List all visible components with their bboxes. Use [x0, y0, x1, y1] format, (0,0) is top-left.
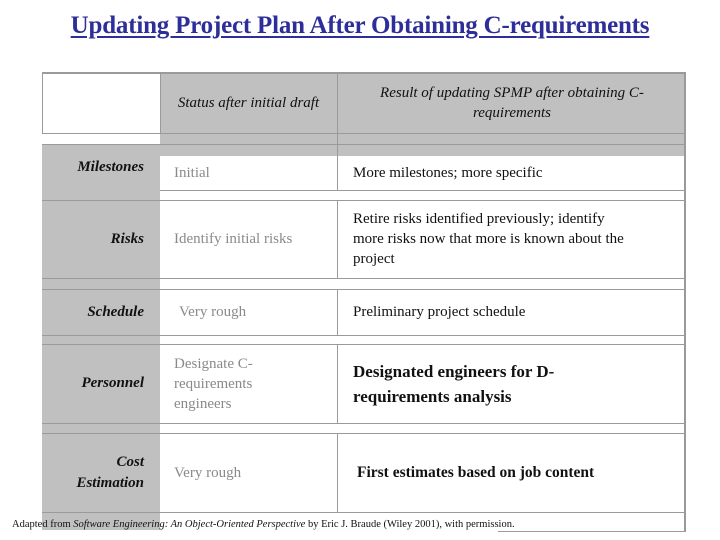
row-milestones-status: Initial: [174, 165, 210, 181]
row-risks-result: Retire risks identified previously; iden…: [353, 211, 624, 267]
row-risks-status: Identify initial risks: [174, 231, 293, 247]
header-status-label: Status after initial draft: [177, 95, 320, 111]
header-result-label: Result of updating SPMP after obtaining …: [380, 85, 644, 121]
grid-line: [42, 512, 684, 513]
grid-line: [337, 72, 338, 190]
grid-line: [337, 200, 338, 278]
row-schedule-status: Very rough: [179, 304, 247, 320]
row-label-schedule: Schedule: [87, 303, 144, 320]
row-personnel-result: Designated engineers for D-requirements …: [353, 361, 555, 406]
row-personnel-status: Designate C-requirements engineers: [174, 355, 253, 412]
row-label-personnel: Personnel: [81, 375, 144, 391]
header-corner-cell: [42, 73, 160, 133]
grid-line: [42, 200, 684, 201]
footer-book-title: Software Engineering: An Object-Oriented…: [73, 519, 306, 530]
grid-line: [337, 289, 338, 335]
row-cost-status: Very rough: [174, 464, 242, 481]
grid-line: [42, 72, 43, 134]
grid-line: [337, 433, 338, 512]
table-top-border: [42, 72, 685, 74]
attribution-footer: Adapted from Software Engineering: An Ob…: [12, 519, 515, 530]
grid-line: [42, 278, 684, 279]
footer-prefix: Adapted from: [12, 519, 74, 530]
grid-line: [42, 344, 684, 345]
footer-suffix: by Eric J. Braude (Wiley 2001), with per…: [305, 519, 515, 530]
grid-line: [337, 344, 338, 423]
grid-line: [42, 133, 684, 134]
table-right-border: [684, 72, 686, 532]
grid-line: [42, 423, 684, 424]
grid-line: [42, 335, 684, 336]
row-cost-result: First estimates based on job content: [357, 463, 595, 481]
row-milestones-result: More milestones; more specific: [353, 165, 543, 181]
row-label-risks: Risks: [110, 230, 144, 247]
row-label-milestones: Milestones: [77, 158, 144, 175]
row-label-cost-estimation: Cost Estimation: [76, 453, 144, 491]
slide-title: Updating Project Plan After Obtaining C-…: [70, 12, 650, 39]
grid-line: [160, 72, 161, 134]
grid-line: [42, 144, 684, 145]
grid-line: [160, 190, 684, 191]
grid-line: [42, 433, 684, 434]
row-schedule-result: Preliminary project schedule: [353, 304, 526, 320]
grid-line: [498, 531, 684, 532]
grid-line: [42, 289, 684, 290]
